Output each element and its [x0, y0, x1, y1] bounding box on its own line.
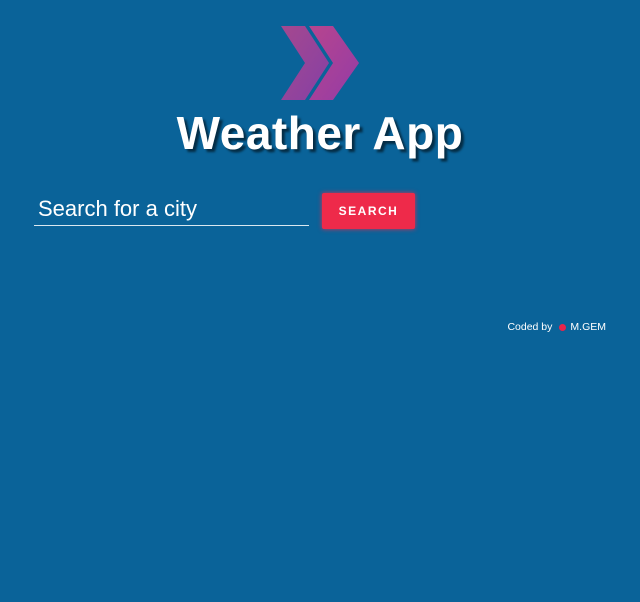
- credit-author[interactable]: M.GEM: [570, 321, 606, 333]
- heart-icon: [559, 323, 567, 331]
- search-input[interactable]: [34, 193, 309, 226]
- search-button[interactable]: SEARCH: [322, 193, 415, 229]
- weather-app: Weather App SEARCH Coded by M.GEM: [0, 0, 640, 602]
- page-title: Weather App: [176, 107, 464, 159]
- credit-footer: Coded by M.GEM: [507, 321, 606, 333]
- credit-prefix: Coded by: [507, 321, 553, 333]
- double-chevron-right-icon: [279, 22, 363, 104]
